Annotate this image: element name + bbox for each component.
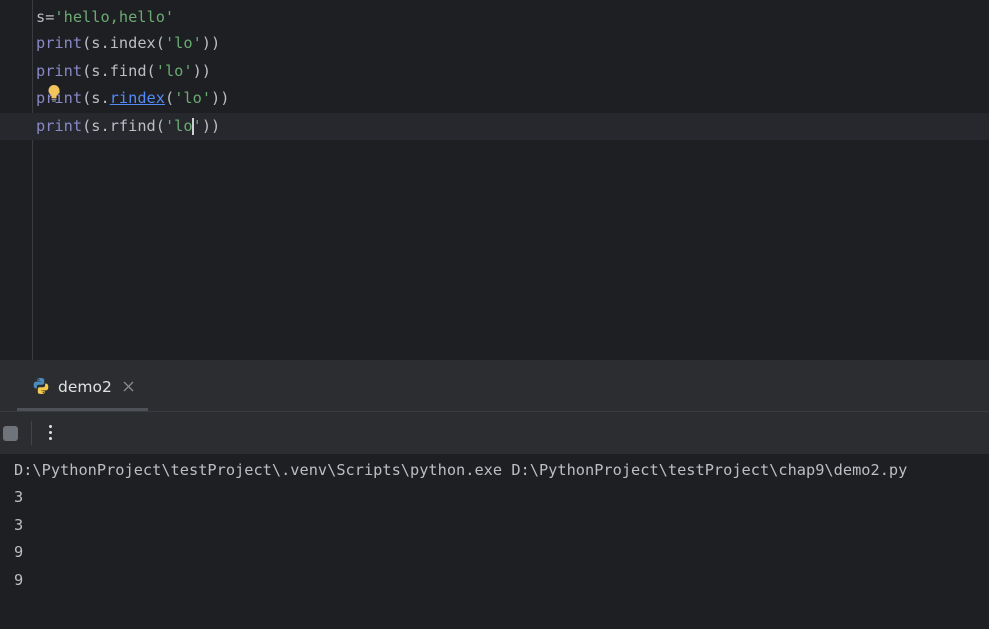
code-text: print(s.rfind('lo')) (36, 113, 220, 140)
code-token: (s.index( (82, 34, 165, 52)
console-line: 9 (14, 571, 24, 589)
run-toolbar (0, 412, 989, 454)
tab-label: demo2 (58, 378, 112, 396)
code-token: 'lo' (155, 62, 193, 80)
code-line[interactable]: print(s.rfind('lo')) (0, 113, 989, 140)
code-token: )) (201, 34, 221, 52)
code-token: )) (192, 62, 212, 80)
code-text: print(s.find('lo')) (36, 58, 211, 85)
code-token: (s. (82, 89, 110, 107)
console-output[interactable]: D:\PythonProject\testProject\.venv\Scrip… (0, 454, 989, 629)
code-line[interactable]: print(s.rindex('lo')) (0, 85, 989, 112)
code-token: print (36, 117, 83, 135)
stop-button[interactable] (3, 426, 18, 441)
code-line[interactable]: s='hello,hello' (0, 4, 989, 31)
code-token: 'hello,hello' (54, 8, 175, 26)
code-editor[interactable]: s='hello,hello' print(s.index('lo')) print… (0, 0, 989, 360)
run-tool-window: demo2 D:\PythonProject\testProject\.venv… (0, 360, 989, 629)
console-line: 9 (14, 543, 24, 561)
code-token: 'lo' (174, 89, 212, 107)
code-token: 'lo' (164, 34, 202, 52)
code-token: )) (211, 89, 230, 107)
more-vertical-icon[interactable] (41, 422, 61, 444)
console-line: 3 (14, 488, 24, 506)
code-token: print (36, 62, 83, 80)
code-token: (s.find( (82, 62, 156, 80)
tab-demo2[interactable]: demo2 (17, 360, 148, 411)
method-link[interactable]: rindex (110, 89, 165, 107)
code-line[interactable]: print(s.find('lo')) (0, 58, 989, 85)
code-token: 'lo (164, 117, 193, 135)
code-text: print(s.rindex('lo')) (36, 85, 229, 112)
code-token: s= (36, 8, 55, 26)
toolbar-separator (31, 421, 32, 445)
close-icon[interactable] (123, 381, 134, 392)
code-line[interactable]: print(s.index('lo')) (0, 30, 989, 57)
code-text: print(s.index('lo')) (36, 30, 220, 57)
lightbulb-icon[interactable] (47, 84, 61, 102)
python-icon (33, 378, 49, 394)
code-token: )) (201, 117, 221, 135)
code-token: (s.rfind( (82, 117, 165, 135)
code-token: print (36, 34, 83, 52)
run-tab-bar: demo2 (0, 360, 989, 412)
console-line: 3 (14, 516, 24, 534)
code-token: ' (192, 117, 202, 135)
code-token: ( (164, 89, 175, 107)
active-tab-indicator (17, 408, 148, 411)
console-line: D:\PythonProject\testProject\.venv\Scrip… (14, 461, 908, 479)
code-text: s='hello,hello' (36, 4, 174, 31)
